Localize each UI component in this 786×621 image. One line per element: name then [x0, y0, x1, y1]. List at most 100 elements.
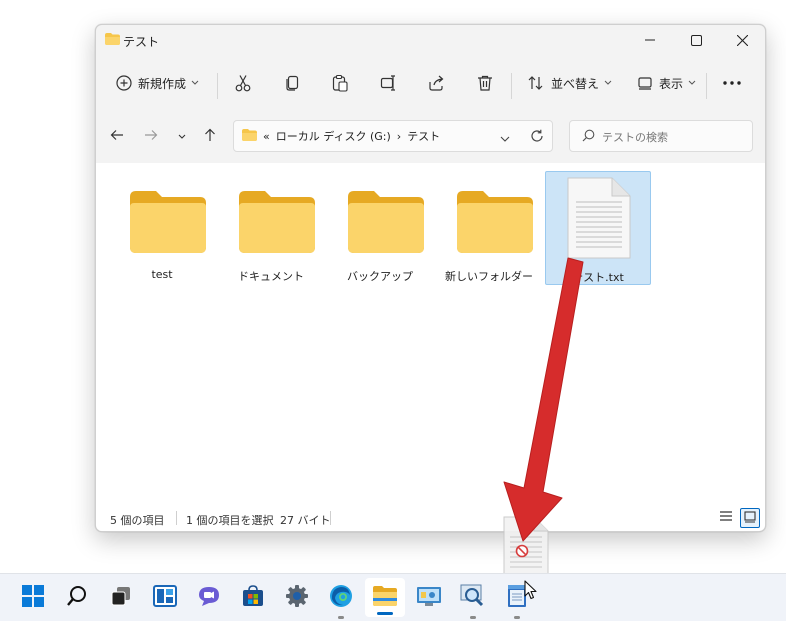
item-label: test	[151, 268, 173, 281]
widgets-button[interactable]	[145, 574, 185, 621]
explorer-window: テスト 新規作成 並べ替え 表示 « ローカル ディスク (G:) › テスト …	[95, 24, 766, 532]
new-button[interactable]: 新規作成	[116, 63, 199, 103]
folder-icon	[105, 33, 120, 48]
tiles-view-icon	[744, 510, 756, 526]
search-button[interactable]	[57, 574, 97, 621]
start-icon	[22, 585, 44, 610]
breadcrumb-separator[interactable]: ›	[397, 130, 401, 143]
running-indicator	[514, 616, 520, 619]
minimize-button[interactable]	[627, 25, 673, 55]
magnifier-button[interactable]	[453, 574, 493, 621]
drag-preview	[498, 515, 552, 577]
plus-circle-icon	[116, 75, 132, 91]
more-icon	[722, 80, 742, 86]
mouse-cursor-icon	[524, 580, 538, 603]
scissors-icon	[234, 74, 252, 92]
magnifier-icon	[460, 584, 486, 611]
up-button[interactable]	[198, 120, 222, 152]
view-icon	[637, 75, 653, 91]
status-divider	[176, 511, 177, 525]
folder-icon	[449, 183, 535, 258]
widgets-icon	[153, 585, 177, 610]
selection-size: 27 バイト	[280, 514, 331, 527]
edge-icon	[329, 584, 353, 611]
cut-button[interactable]	[234, 63, 252, 103]
maximize-button[interactable]	[673, 25, 719, 55]
file-explorer-button[interactable]	[365, 578, 405, 617]
clipboard-icon	[331, 74, 349, 92]
address-bar[interactable]: « ローカル ディスク (G:) › テスト	[233, 120, 553, 152]
more-options-button[interactable]	[722, 63, 742, 103]
folder-icon	[242, 128, 257, 144]
folder-item[interactable]: 新しいフォルダー	[437, 171, 541, 283]
back-button[interactable]	[105, 120, 129, 152]
view-button[interactable]: 表示	[637, 63, 696, 103]
edge-button[interactable]	[321, 574, 361, 621]
folder-item[interactable]: バックアップ	[328, 171, 432, 283]
item-label: テスト.txt	[572, 271, 624, 284]
file-item[interactable]: テスト.txt	[545, 171, 651, 285]
toolbar-divider	[511, 73, 512, 99]
task-view-icon	[110, 585, 132, 610]
delete-button[interactable]	[476, 63, 494, 103]
folder-item[interactable]: test	[110, 171, 214, 283]
copy-icon	[284, 74, 302, 92]
control-panel-icon	[416, 585, 442, 610]
breadcrumb-drive[interactable]: ローカル ディスク (G:)	[276, 128, 391, 144]
chat-button[interactable]	[189, 574, 229, 621]
status-divider	[330, 511, 331, 525]
title-bar[interactable]: テスト	[96, 25, 765, 55]
chevron-down-icon	[688, 80, 696, 86]
recent-locations-button[interactable]	[170, 120, 194, 152]
chat-icon	[197, 585, 221, 610]
settings-button[interactable]	[277, 574, 317, 621]
gear-icon	[285, 584, 309, 611]
store-button[interactable]	[233, 574, 273, 621]
folder-icon	[122, 183, 208, 258]
command-bar: 新規作成 並べ替え 表示	[96, 63, 765, 103]
taskbar	[0, 573, 786, 621]
view-label: 表示	[659, 76, 684, 91]
task-view-button[interactable]	[101, 574, 141, 621]
refresh-icon[interactable]	[530, 129, 544, 146]
search-input[interactable]	[600, 125, 744, 149]
copy-button[interactable]	[284, 63, 302, 103]
file-explorer-icon	[372, 585, 398, 610]
item-label: バックアップ	[347, 270, 413, 283]
text-file-icon	[558, 174, 638, 263]
running-indicator	[377, 612, 393, 615]
store-icon	[242, 585, 264, 610]
sort-label: 並べ替え	[551, 76, 600, 91]
item-label: ドキュメント	[238, 270, 304, 283]
address-history-icon[interactable]	[500, 132, 510, 146]
share-button[interactable]	[427, 63, 445, 103]
sort-arrows-icon	[527, 75, 545, 91]
trash-icon	[476, 74, 494, 92]
forward-button[interactable]	[139, 120, 163, 152]
start-button[interactable]	[13, 574, 53, 621]
navigation-bar: « ローカル ディスク (G:) › テスト	[96, 120, 765, 152]
breadcrumb-folder[interactable]: テスト	[407, 128, 440, 144]
sort-button[interactable]: 並べ替え	[527, 63, 612, 103]
rename-button[interactable]	[380, 63, 398, 103]
folder-item[interactable]: ドキュメント	[219, 171, 323, 283]
item-label: 新しいフォルダー	[445, 270, 533, 283]
search-box[interactable]	[569, 120, 753, 152]
close-button[interactable]	[719, 25, 765, 55]
file-list: test ドキュメント バックアップ 新しいフォルダー テスト.txt	[96, 163, 765, 503]
no-drop-icon	[515, 544, 529, 561]
details-view-button[interactable]	[717, 508, 735, 526]
share-icon	[427, 74, 445, 92]
arrow-up-icon	[204, 128, 216, 145]
arrow-right-icon	[144, 129, 158, 144]
control-panel-button[interactable]	[409, 574, 449, 621]
list-view-icon	[719, 510, 733, 525]
status-bar: 5 個の項目 1 個の項目を選択 27 バイト	[96, 503, 765, 531]
breadcrumb-overflow[interactable]: «	[263, 130, 270, 143]
large-icons-view-button[interactable]	[740, 508, 760, 528]
arrow-left-icon	[110, 129, 124, 144]
chevron-down-icon	[178, 129, 186, 143]
toolbar-divider	[706, 73, 707, 99]
new-label: 新規作成	[138, 76, 187, 91]
paste-button[interactable]	[331, 63, 349, 103]
